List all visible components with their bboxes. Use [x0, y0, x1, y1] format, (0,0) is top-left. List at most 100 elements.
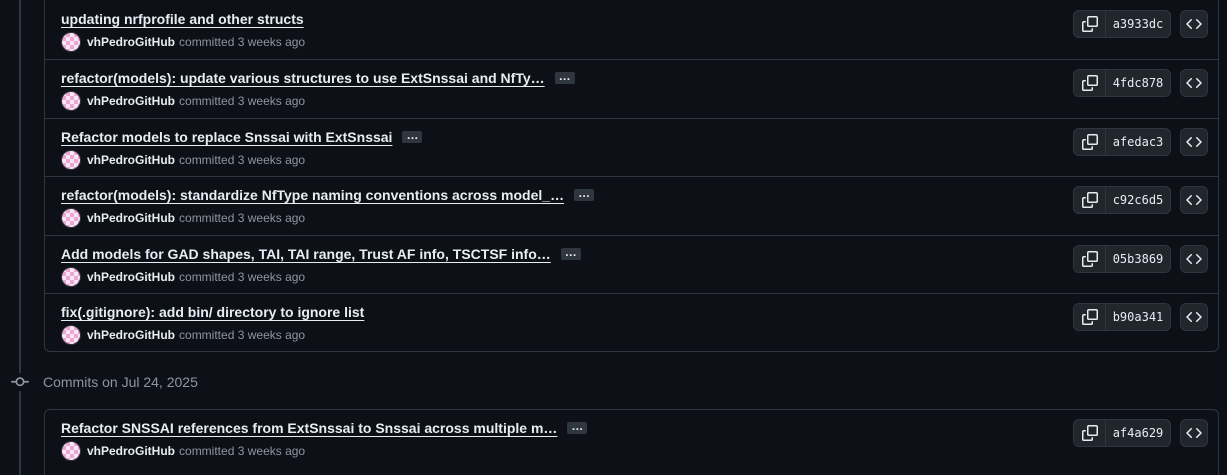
author-link[interactable]: vhPedroGitHub [87, 211, 175, 225]
commit-action: committed [179, 94, 235, 108]
commit-title-link[interactable]: updating nrfprofile and other structs [61, 11, 304, 27]
commit-title-link[interactable]: Add models for GAD shapes, TAI, TAI rang… [61, 246, 551, 262]
commit-action: committed [179, 444, 235, 458]
commit-row: updating nrfprofile and other structs vh… [45, 0, 1218, 60]
code-icon [1186, 77, 1202, 89]
author-link[interactable]: vhPedroGitHub [87, 444, 175, 458]
commit-list-group: Refactor SNSSAI references from ExtSnssa… [44, 409, 1219, 475]
commit-list-group: updating nrfprofile and other structs vh… [44, 0, 1219, 352]
copy-sha-button[interactable] [1074, 128, 1106, 155]
avatar[interactable] [61, 441, 81, 461]
commit-title-link[interactable]: fix(.gitignore): add bin/ directory to i… [61, 304, 364, 320]
browse-code-button[interactable] [1180, 186, 1208, 214]
commit-row: refactor(models): standardize NfType nam… [45, 177, 1218, 236]
avatar[interactable] [61, 325, 81, 345]
avatar[interactable] [61, 32, 81, 52]
commit-time: 3 weeks ago [237, 211, 306, 225]
commit-date-heading: Commits on Jul 24, 2025 [11, 373, 198, 391]
commit-title-link[interactable]: Refactor SNSSAI references from ExtSnssa… [61, 420, 557, 436]
code-icon [1186, 18, 1202, 30]
copy-icon [1081, 16, 1098, 32]
avatar[interactable] [61, 149, 81, 170]
commit-time: 3 weeks ago [237, 35, 306, 49]
commit-row: Refactor models to replace Snssai with E… [45, 119, 1218, 177]
commit-row: Refactor SNSSAI references from ExtSnssa… [45, 410, 1218, 469]
browse-code-button[interactable] [1180, 127, 1208, 156]
commit-action: committed [179, 269, 235, 284]
expand-message-button[interactable]: … [402, 129, 423, 143]
copy-icon [1081, 250, 1098, 267]
commit-sha-link[interactable]: 05b3869 [1106, 246, 1170, 272]
commit-action: committed [179, 328, 235, 342]
copy-icon [1081, 425, 1098, 441]
browse-code-button[interactable] [1180, 419, 1208, 447]
commit-meta: vhPedroGitHub committed 3 weeks ago [61, 32, 305, 52]
avatar[interactable] [61, 208, 81, 228]
commit-sha-link[interactable]: 4fdc878 [1106, 70, 1170, 96]
sha-button-group: 4fdc878 [1073, 69, 1171, 97]
copy-sha-button[interactable] [1074, 70, 1106, 96]
commit-row: refactor(models): update various structu… [45, 60, 1218, 119]
expand-message-button[interactable]: … [567, 420, 588, 434]
sha-button-group: afedac3 [1073, 127, 1171, 156]
expand-message-button[interactable]: … [554, 70, 575, 84]
commit-row: fix(.gitignore): add bin/ directory to i… [45, 294, 1218, 353]
code-icon [1186, 427, 1202, 439]
author-link[interactable]: vhPedroGitHub [87, 94, 175, 108]
copy-sha-button[interactable] [1074, 304, 1106, 330]
sha-button-group: a3933dc [1073, 10, 1171, 38]
expand-message-button[interactable]: … [574, 187, 595, 201]
commit-sha-link[interactable]: afedac3 [1106, 129, 1170, 155]
copy-sha-button[interactable] [1074, 187, 1106, 213]
commit-meta: vhPedroGitHub committed 3 weeks ago [61, 441, 305, 461]
commit-title-link[interactable]: Refactor models to replace Snssai with E… [61, 129, 392, 145]
copy-icon [1081, 75, 1098, 91]
expand-message-button[interactable]: … [560, 246, 581, 260]
timeline-line [19, 0, 21, 475]
date-heading-text: Commits on Jul 24, 2025 [43, 374, 198, 390]
commit-time: 3 weeks ago [237, 152, 306, 167]
commit-title-link[interactable]: refactor(models): update various structu… [61, 70, 545, 86]
code-icon [1186, 194, 1202, 206]
author-link[interactable]: vhPedroGitHub [87, 35, 175, 49]
commit-time: 3 weeks ago [237, 328, 306, 342]
commit-meta: vhPedroGitHub committed 3 weeks ago [61, 149, 306, 170]
avatar[interactable] [61, 91, 81, 111]
commit-meta: vhPedroGitHub committed 3 weeks ago [61, 266, 306, 287]
code-icon [1186, 311, 1202, 323]
commit-meta: vhPedroGitHub committed 3 weeks ago [61, 208, 305, 228]
commit-action: committed [179, 35, 235, 49]
author-link[interactable]: vhPedroGitHub [87, 153, 175, 167]
commit-sha-link[interactable]: b90a341 [1106, 304, 1170, 330]
sha-button-group: b90a341 [1073, 303, 1171, 331]
browse-code-button[interactable] [1180, 69, 1208, 97]
commit-row: Add models for GAD shapes, TAI, TAI rang… [45, 236, 1218, 294]
copy-icon [1081, 192, 1098, 208]
copy-sha-button[interactable] [1074, 11, 1106, 37]
commit-action: committed [179, 211, 235, 225]
sha-button-group: 05b3869 [1073, 244, 1171, 273]
copy-sha-button[interactable] [1074, 245, 1106, 272]
author-link[interactable]: vhPedroGitHub [87, 328, 175, 342]
browse-code-button[interactable] [1180, 303, 1208, 331]
commit-time: 3 weeks ago [237, 269, 306, 284]
browse-code-button[interactable] [1180, 244, 1208, 273]
commit-time: 3 weeks ago [237, 444, 306, 458]
commit-sha-link[interactable]: c92c6d5 [1106, 187, 1170, 213]
copy-icon [1081, 309, 1098, 325]
avatar[interactable] [61, 266, 81, 287]
copy-sha-button[interactable] [1074, 420, 1106, 446]
author-link[interactable]: vhPedroGitHub [87, 270, 175, 284]
commit-sha-link[interactable]: a3933dc [1106, 11, 1170, 37]
copy-icon [1081, 133, 1098, 150]
commit-meta: vhPedroGitHub committed 3 weeks ago [61, 91, 305, 111]
sha-button-group: c92c6d5 [1073, 186, 1171, 214]
commit-sha-link[interactable]: af4a629 [1106, 420, 1170, 446]
sha-button-group: af4a629 [1073, 419, 1171, 447]
commit-title-link[interactable]: refactor(models): standardize NfType nam… [61, 187, 564, 203]
browse-code-button[interactable] [1180, 10, 1208, 38]
commit-meta: vhPedroGitHub committed 3 weeks ago [61, 325, 305, 345]
commit-action: committed [179, 152, 235, 167]
code-icon [1186, 136, 1202, 147]
git-commit-icon [11, 373, 29, 391]
